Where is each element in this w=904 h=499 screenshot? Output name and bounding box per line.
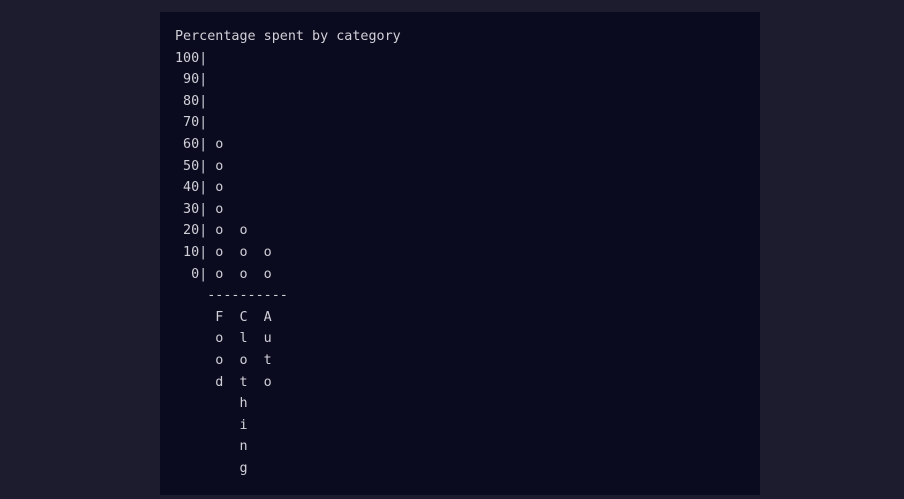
chart-row-40: 40| o	[175, 180, 288, 196]
chart-row-60: 60| o	[175, 136, 288, 152]
chart-title-line: Percentage spent by category	[175, 29, 401, 44]
chart-row-70: 70|	[175, 115, 288, 131]
category-label-row: o o t	[175, 352, 288, 368]
chart-row-20: 20| o o	[175, 223, 288, 239]
chart-row-0: 0| o o o	[175, 266, 288, 282]
category-label-row: d t o	[175, 374, 288, 390]
category-label-row: h	[175, 396, 288, 412]
chart-row-10: 10| o o o	[175, 244, 288, 260]
chart-row-90: 90|	[175, 72, 288, 88]
category-label-row: F C A	[175, 309, 288, 325]
category-label-row: o l u	[175, 331, 288, 347]
category-label-row: g	[175, 460, 288, 476]
chart-axis-line: ----------	[175, 288, 288, 304]
chart-row-30: 30| o	[175, 201, 288, 217]
chart-row-80: 80|	[175, 93, 288, 109]
chart-row-50: 50| o	[175, 158, 288, 174]
category-label-row: i	[175, 417, 288, 433]
chart-row-100: 100|	[175, 50, 288, 66]
console-output: Percentage spent by category 100| 90| 80|…	[175, 26, 401, 479]
output-panel: Percentage spent by category 100| 90| 80|…	[160, 12, 760, 495]
category-label-row: n	[175, 439, 288, 455]
